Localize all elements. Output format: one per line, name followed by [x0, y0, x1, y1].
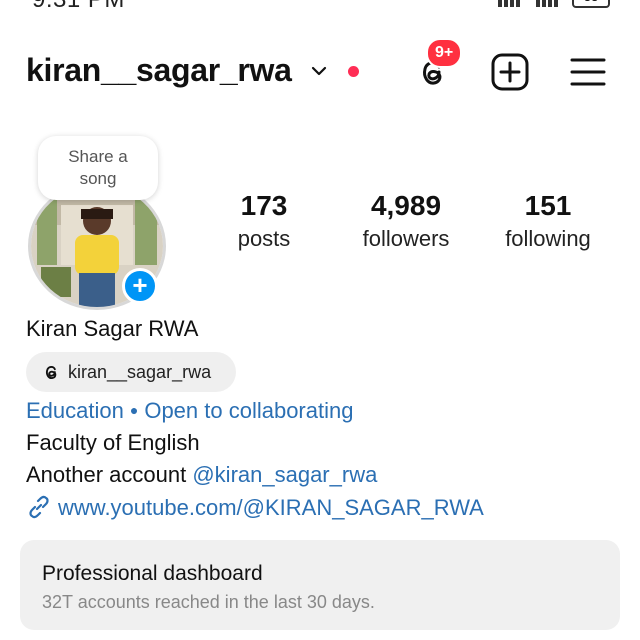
share-song-bubble[interactable]: Share a song	[38, 136, 158, 200]
stat-following[interactable]: 151 following	[496, 190, 600, 252]
category-label[interactable]: Education	[26, 398, 124, 423]
collab-status[interactable]: Open to collaborating	[144, 398, 353, 423]
threads-icon	[45, 365, 57, 379]
status-bar: 9:31 PM 33	[0, 0, 640, 16]
add-story-button[interactable]: +	[122, 268, 158, 304]
username-switcher[interactable]: kiran__sagar_rwa	[26, 52, 292, 89]
menu-icon[interactable]	[568, 52, 608, 92]
mention-link[interactable]: @kiran_sagar_rwa	[192, 462, 377, 487]
chevron-down-icon[interactable]	[310, 62, 328, 80]
threads-profile-chip[interactable]: kiran__sagar_rwa	[26, 352, 236, 392]
dashboard-subtitle: 32T accounts reached in the last 30 days…	[42, 592, 375, 612]
stat-posts-value: 173	[240, 190, 288, 221]
stat-followers-label: followers	[362, 226, 450, 251]
battery-indicator: 33	[572, 0, 610, 8]
stat-following-label: following	[505, 226, 591, 251]
threads-handle: kiran__sagar_rwa	[68, 361, 212, 382]
bio-line-2: Another account @kiran_sagar_rwa	[26, 462, 377, 488]
bio-line-2-prefix: Another account	[26, 462, 193, 487]
display-name: Kiran Sagar RWA	[26, 316, 199, 341]
unread-dot	[348, 66, 359, 77]
stat-posts[interactable]: 173 posts	[226, 190, 302, 252]
status-time: 9:31 PM	[32, 0, 125, 14]
profile-header: kiran__sagar_rwa 9+	[26, 38, 614, 96]
bio-link-line[interactable]: www.youtube.com/@KIRAN_SAGAR_RWA	[26, 494, 484, 521]
add-post-icon[interactable]	[490, 52, 530, 92]
share-song-label-line2: song	[79, 169, 117, 188]
stat-following-value: 151	[524, 190, 572, 221]
professional-dashboard-card[interactable]: Professional dashboard 32T accounts reac…	[20, 540, 620, 630]
link-icon	[29, 495, 49, 519]
bio-line-1: Faculty of English	[26, 430, 200, 455]
signal-icon	[536, 0, 558, 7]
website-link[interactable]: www.youtube.com/@KIRAN_SAGAR_RWA	[58, 495, 484, 520]
notification-badge: 9+	[426, 38, 463, 68]
stat-followers-value: 4,989	[370, 190, 442, 221]
stat-posts-label: posts	[237, 226, 291, 251]
share-song-label-line1: Share a	[68, 147, 128, 166]
bio-category-line: Education ● Open to collaborating	[26, 398, 353, 424]
separator-dot: ●	[129, 402, 139, 418]
status-icons: 33	[496, 0, 610, 8]
dashboard-title: Professional dashboard	[42, 562, 263, 585]
signal-icon	[498, 0, 520, 7]
stat-followers[interactable]: 4,989 followers	[354, 190, 458, 252]
